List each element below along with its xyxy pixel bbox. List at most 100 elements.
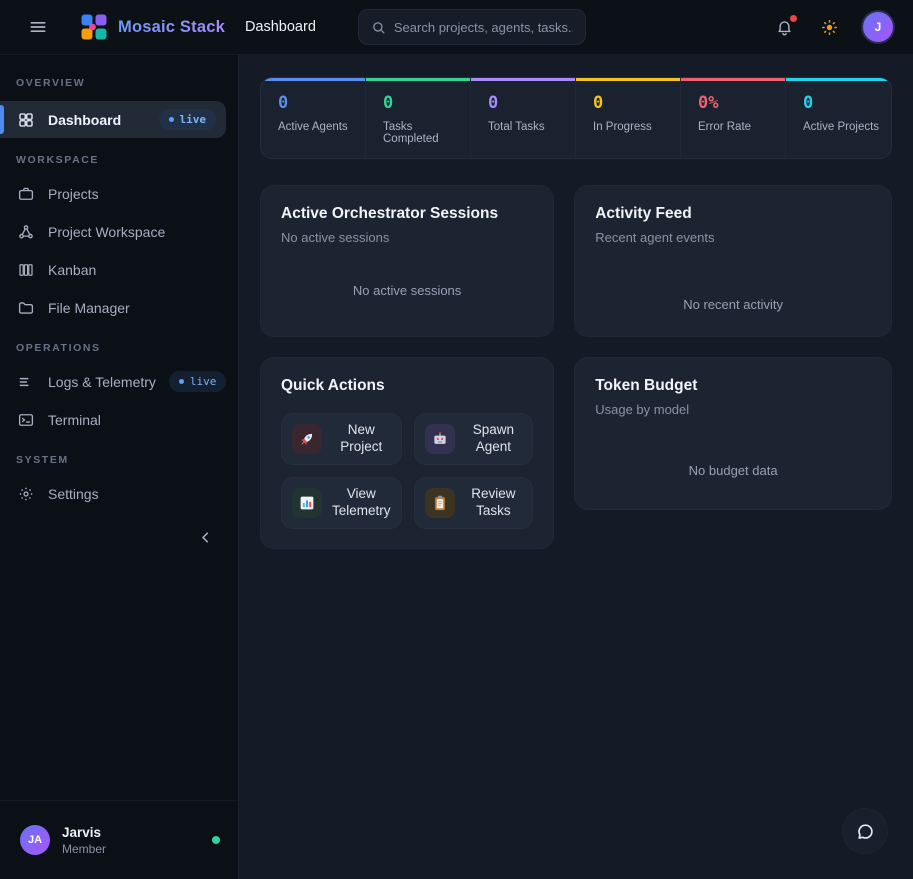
sidebar-item-project-workspace[interactable]: Project Workspace	[0, 213, 226, 250]
stat-label: Tasks Completed	[366, 121, 470, 145]
stat-value: 0	[576, 93, 680, 113]
card-subtitle: No active sessions	[281, 230, 533, 245]
live-dot-icon	[169, 117, 174, 122]
search-icon	[371, 20, 386, 35]
card-subtitle: Usage by model	[595, 402, 871, 417]
view-telemetry-button[interactable]: View Telemetry	[281, 477, 402, 529]
stat-value: 0	[261, 93, 365, 113]
card-title: Token Budget	[595, 377, 871, 395]
token-budget-card: Token Budget Usage by model No budget da…	[574, 357, 892, 510]
live-badge-label: live	[190, 375, 217, 388]
clipboard-icon	[425, 488, 455, 518]
stat-accent-bar	[471, 78, 575, 81]
sidebar-item-label: Logs & Telemetry	[48, 374, 156, 390]
sidebar-item-label: File Manager	[48, 300, 216, 316]
chat-bubble-icon	[855, 821, 876, 842]
sidebar-item-logs-telemetry[interactable]: Logs & Telemetry live	[0, 363, 226, 400]
live-badge: live	[159, 109, 217, 130]
theme-toggle-button[interactable]	[814, 12, 845, 43]
main-content: 0 Active Agents 0 Tasks Completed 0 Tota…	[239, 55, 913, 879]
folder-icon	[17, 299, 35, 317]
sidebar-item-label: Settings	[48, 486, 216, 502]
briefcase-icon	[17, 185, 35, 203]
sidebar: OVERVIEW .nav-item.active::before{backgr…	[0, 55, 239, 879]
sidebar-item-label: Project Workspace	[48, 224, 216, 240]
stat-active-projects: 0 Active Projects	[786, 78, 891, 158]
review-tasks-button[interactable]: Review Tasks	[414, 477, 534, 529]
top-bar: Mosaic Stack Dashboard J	[0, 0, 913, 55]
sidebar-item-label: Dashboard	[48, 112, 146, 128]
search-input[interactable]	[394, 20, 573, 35]
user-avatar[interactable]: J	[863, 12, 893, 42]
sidebar-collapse-button[interactable]	[193, 525, 218, 550]
empty-state-text: No budget data	[595, 463, 871, 478]
dashboard-cards-grid: Active Orchestrator Sessions No active s…	[260, 185, 892, 549]
rocket-icon	[292, 424, 322, 454]
user-meta: Jarvis Member	[62, 825, 200, 856]
empty-state-text: No active sessions	[281, 283, 533, 298]
sidebar-item-settings[interactable]: Settings	[0, 475, 226, 512]
notifications-button[interactable]	[769, 12, 800, 43]
stat-accent-bar	[261, 78, 365, 81]
stat-label: Error Rate	[681, 121, 785, 133]
notification-dot	[790, 15, 797, 22]
stat-accent-bar	[366, 78, 470, 81]
dashboard-grid-icon	[17, 111, 35, 129]
sidebar-item-projects[interactable]: Projects	[0, 175, 226, 212]
user-initials-avatar: JA	[20, 825, 50, 855]
empty-state-text: No recent activity	[595, 297, 871, 312]
network-nodes-icon	[17, 223, 35, 241]
quick-actions-card: Quick Actions New Project Spawn Agent	[260, 357, 554, 549]
robot-icon	[425, 424, 455, 454]
quick-actions-grid: New Project Spawn Agent View Telemetry	[281, 413, 533, 529]
card-subtitle: Recent agent events	[595, 230, 871, 245]
stat-value: 0%	[681, 93, 785, 113]
sidebar-item-dashboard[interactable]: .nav-item.active::before{background:#4d8…	[0, 101, 226, 138]
log-lines-icon	[17, 373, 35, 391]
section-label-operations: OPERATIONS	[0, 334, 226, 362]
sidebar-item-file-manager[interactable]: File Manager	[0, 289, 226, 326]
card-title: Active Orchestrator Sessions	[281, 205, 533, 223]
online-status-dot	[212, 836, 220, 844]
sidebar-item-kanban[interactable]: Kanban	[0, 251, 226, 288]
sidebar-nav: OVERVIEW .nav-item.active::before{backgr…	[0, 55, 238, 800]
global-search[interactable]	[358, 9, 586, 45]
stat-label: In Progress	[576, 121, 680, 133]
sun-icon	[820, 18, 839, 37]
gear-icon	[17, 485, 35, 503]
terminal-icon	[17, 411, 35, 429]
chat-fab-button[interactable]	[842, 808, 888, 854]
stat-accent-bar	[786, 78, 891, 81]
stat-accent-bar	[681, 78, 785, 81]
stats-row: 0 Active Agents 0 Tasks Completed 0 Tota…	[260, 77, 892, 159]
chevron-left-icon	[197, 529, 214, 546]
stat-total-tasks: 0 Total Tasks	[471, 78, 576, 158]
action-label: View Telemetry	[332, 486, 391, 520]
section-label-system: SYSTEM	[0, 446, 226, 474]
sidebar-item-label: Terminal	[48, 412, 216, 428]
new-project-button[interactable]: New Project	[281, 413, 402, 465]
bar-chart-icon	[292, 488, 322, 518]
app-title: Mosaic Stack	[118, 18, 225, 37]
sidebar-item-label: Kanban	[48, 262, 216, 278]
stat-label: Total Tasks	[471, 121, 575, 133]
action-label: New Project	[332, 422, 391, 456]
breadcrumb: Dashboard	[245, 19, 316, 35]
stat-active-agents: 0 Active Agents	[261, 78, 366, 158]
kanban-columns-icon	[17, 261, 35, 279]
sidebar-item-terminal[interactable]: Terminal	[0, 401, 226, 438]
sidebar-item-label: Projects	[48, 186, 216, 202]
spawn-agent-button[interactable]: Spawn Agent	[414, 413, 534, 465]
action-label: Spawn Agent	[465, 422, 523, 456]
menu-toggle-button[interactable]	[24, 13, 52, 41]
user-profile[interactable]: JA Jarvis Member	[0, 800, 238, 879]
live-dot-icon	[179, 379, 184, 384]
card-title: Activity Feed	[595, 205, 871, 223]
orchestrator-sessions-card: Active Orchestrator Sessions No active s…	[260, 185, 554, 337]
stat-value: 0	[366, 93, 470, 113]
stat-value: 0	[471, 93, 575, 113]
live-badge-label: live	[180, 113, 207, 126]
stat-in-progress: 0 In Progress	[576, 78, 681, 158]
stat-value: 0	[786, 93, 891, 113]
section-label-overview: OVERVIEW	[0, 69, 226, 97]
